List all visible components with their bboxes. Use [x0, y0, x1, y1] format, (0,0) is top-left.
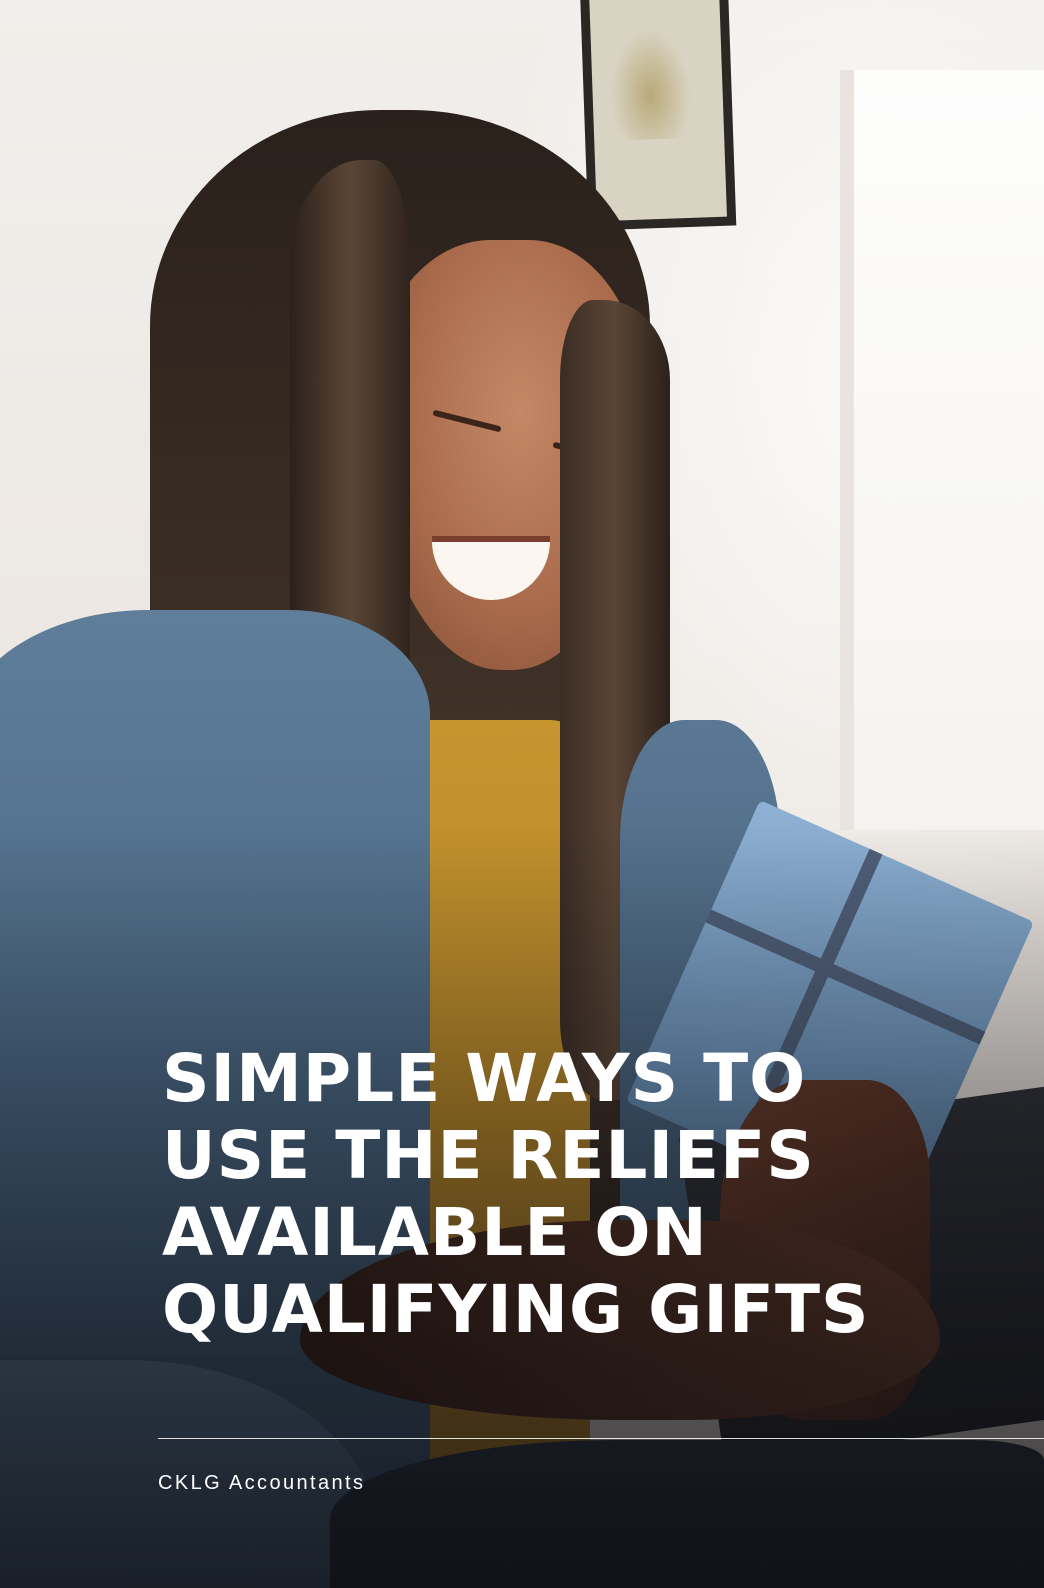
headline-line-1: SIMPLE WAYS TO — [162, 1040, 807, 1117]
brand-name: CKLG Accountants — [158, 1472, 366, 1494]
headline-line-3: AVAILABLE ON — [162, 1194, 708, 1271]
bottom-shade — [0, 0, 1044, 1588]
headline: SIMPLE WAYS TO USE THE RELIEFS AVAILABLE… — [162, 1040, 982, 1348]
divider-line — [158, 1438, 1044, 1439]
hero-photo — [0, 0, 1044, 1588]
headline-line-2: USE THE RELIEFS — [162, 1117, 815, 1194]
headline-line-4: QUALIFYING GIFTS — [162, 1271, 870, 1348]
cover: SIMPLE WAYS TO USE THE RELIEFS AVAILABLE… — [0, 0, 1044, 1588]
